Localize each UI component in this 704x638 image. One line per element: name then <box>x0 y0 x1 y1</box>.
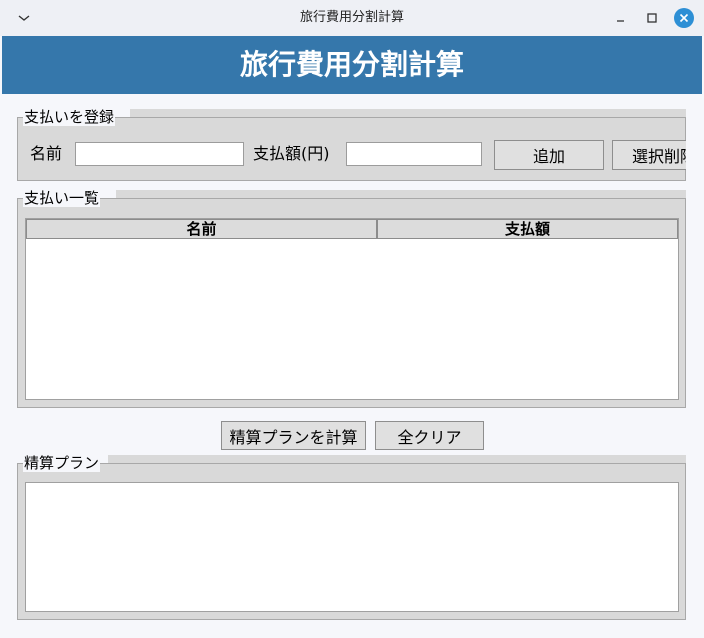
name-input[interactable] <box>75 142 244 166</box>
amount-label: 支払額(円) <box>253 144 330 163</box>
register-frame-label: 支払いを登録 <box>23 108 116 126</box>
chevron-down-icon[interactable] <box>14 8 34 28</box>
name-label: 名前 <box>30 144 63 163</box>
plan-frame-top <box>108 455 686 463</box>
plan-output-text[interactable] <box>25 482 679 612</box>
register-frame-top <box>130 109 686 117</box>
header-banner: 旅行費用分割計算 <box>2 36 702 94</box>
delete-selected-button[interactable]: 選択削除 <box>612 140 686 170</box>
amount-input[interactable] <box>346 142 482 166</box>
page-title: 旅行費用分割計算 <box>239 48 464 81</box>
close-icon[interactable] <box>674 8 694 28</box>
add-button[interactable]: 追加 <box>494 140 604 170</box>
plan-frame-label: 精算プラン <box>23 454 101 472</box>
list-frame-top <box>116 190 686 198</box>
delete-button-clip: 選択削除 <box>612 140 686 170</box>
maximize-icon[interactable] <box>642 8 662 28</box>
window-titlebar: 旅行費用分割計算 <box>0 0 704 36</box>
payment-table[interactable]: 名前 支払額 <box>25 218 679 400</box>
list-frame-label: 支払い一覧 <box>23 189 101 207</box>
clip-strip <box>686 109 704 181</box>
column-header-amount[interactable]: 支払額 <box>377 219 678 239</box>
window-title: 旅行費用分割計算 <box>299 10 404 25</box>
minimize-icon[interactable] <box>612 8 632 28</box>
column-header-name[interactable]: 名前 <box>26 219 377 239</box>
calculate-plan-button[interactable]: 精算プランを計算 <box>221 421 366 450</box>
clear-all-button[interactable]: 全クリア <box>375 421 484 450</box>
